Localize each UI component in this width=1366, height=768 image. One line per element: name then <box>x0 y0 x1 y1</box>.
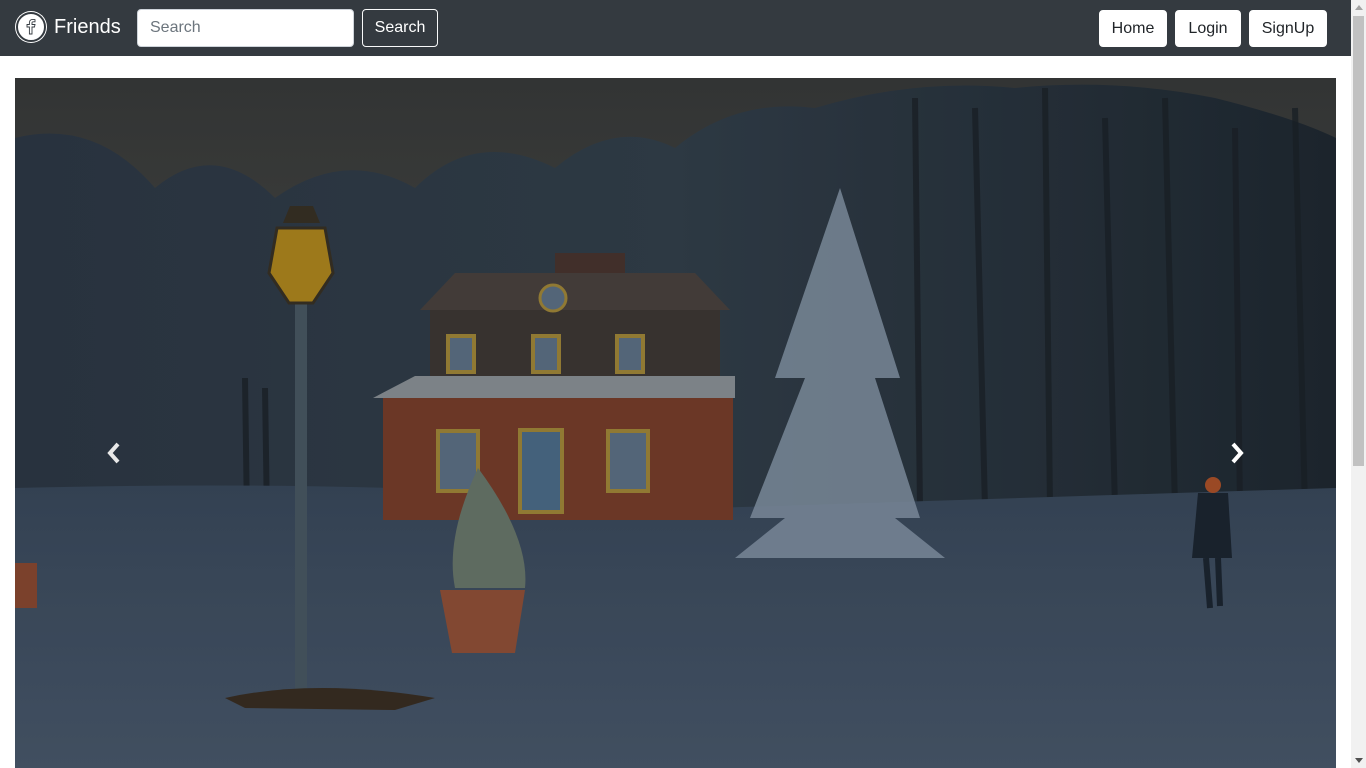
carousel-image <box>15 78 1336 768</box>
signup-button[interactable]: SignUp <box>1249 10 1327 47</box>
chevron-left-icon <box>107 442 120 464</box>
navbar: Friends Search Home Login SignUp <box>0 0 1351 56</box>
search-button[interactable]: Search <box>362 9 438 47</box>
carousel-prev-button[interactable] <box>94 438 134 468</box>
scroll-up-arrow-icon[interactable] <box>1355 5 1363 10</box>
login-button[interactable]: Login <box>1175 10 1241 47</box>
facebook-logo-icon <box>16 12 46 42</box>
scroll-down-arrow-icon[interactable] <box>1355 758 1363 763</box>
home-button[interactable]: Home <box>1099 10 1167 47</box>
search-input[interactable] <box>137 9 354 47</box>
brand-name: Friends <box>54 15 121 38</box>
brand[interactable]: Friends <box>16 12 121 42</box>
image-carousel <box>15 78 1336 768</box>
carousel-next-button[interactable] <box>1217 438 1257 468</box>
chevron-right-icon <box>1231 442 1244 464</box>
page-scrollbar[interactable] <box>1351 0 1366 768</box>
scrollbar-thumb[interactable] <box>1353 16 1364 466</box>
